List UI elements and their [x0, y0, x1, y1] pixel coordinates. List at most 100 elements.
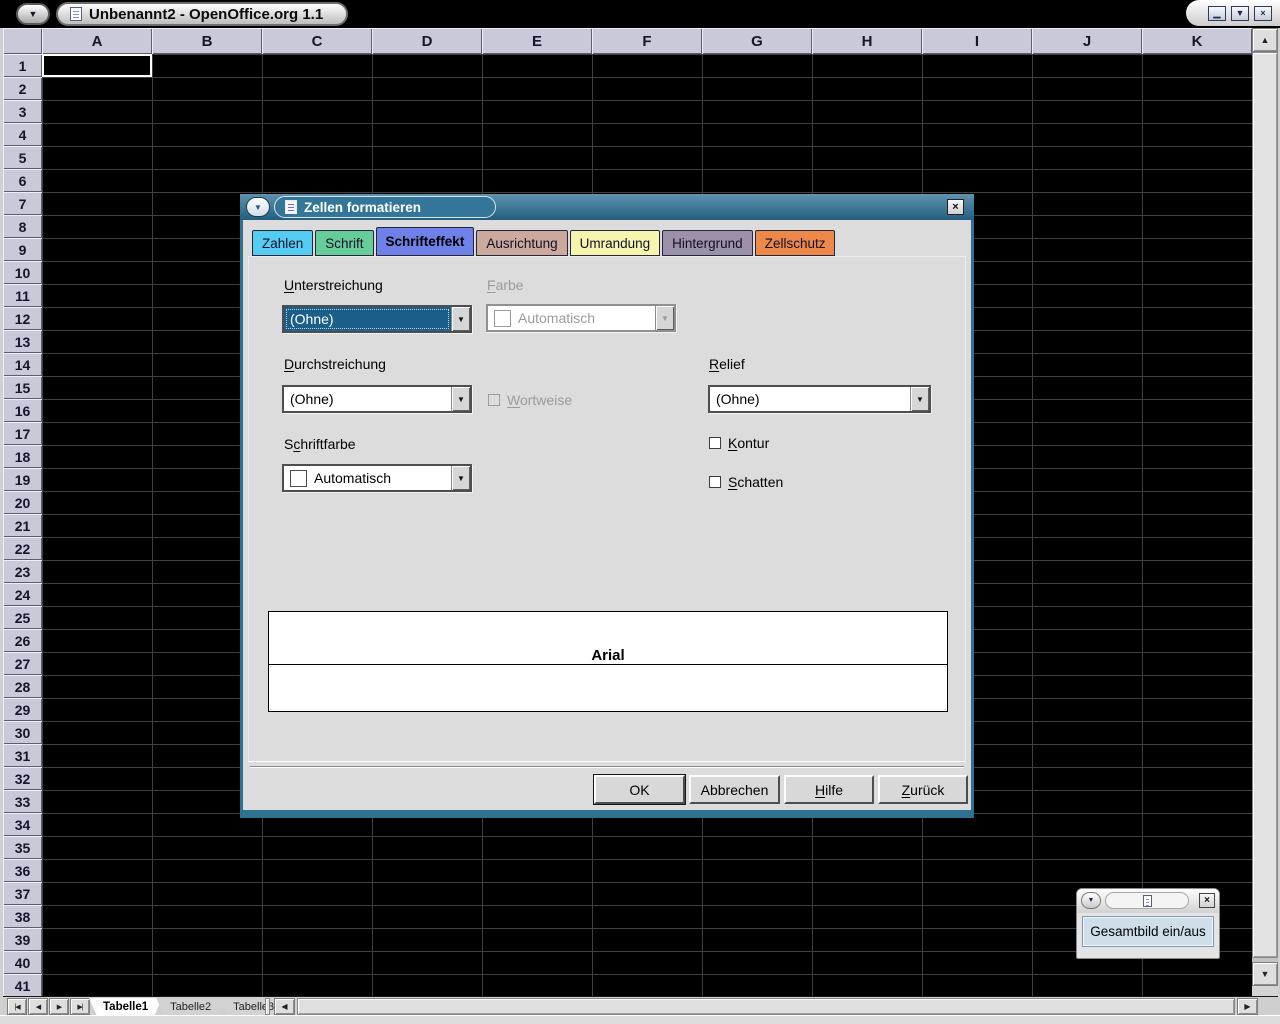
dropdown-arrow-button[interactable]: ▼: [451, 466, 470, 490]
row-header-27[interactable]: 27: [3, 652, 42, 675]
column-header-k[interactable]: K: [1142, 28, 1252, 54]
row-header-39[interactable]: 39: [3, 928, 42, 951]
row-header-3[interactable]: 3: [3, 100, 42, 123]
gesamtbild-toggle-button[interactable]: Gesamtbild ein/aus: [1082, 916, 1214, 947]
float-window-title-pill[interactable]: [1105, 892, 1189, 909]
scroll-up-button[interactable]: ▲: [1252, 28, 1278, 52]
row-header-20[interactable]: 20: [3, 491, 42, 514]
row-header-9[interactable]: 9: [3, 238, 42, 261]
row-header-40[interactable]: 40: [3, 951, 42, 974]
row-header-6[interactable]: 6: [3, 169, 42, 192]
row-header-7[interactable]: 7: [3, 192, 42, 215]
column-header-h[interactable]: H: [812, 28, 922, 54]
durchstreichung-dropdown[interactable]: (Ohne) ▼: [282, 385, 472, 413]
minimize-button[interactable]: ▁: [1208, 6, 1226, 21]
row-header-4[interactable]: 4: [3, 123, 42, 146]
vertical-scrollbar-thumb[interactable]: [1252, 52, 1278, 958]
help-button[interactable]: Hilfe: [784, 775, 874, 804]
relief-dropdown[interactable]: (Ohne) ▼: [708, 385, 931, 413]
row-header-10[interactable]: 10: [3, 261, 42, 284]
close-button[interactable]: ×: [1254, 6, 1272, 21]
row-header-12[interactable]: 12: [3, 307, 42, 330]
row-header-22[interactable]: 22: [3, 537, 42, 560]
row-header-26[interactable]: 26: [3, 629, 42, 652]
schriftfarbe-value[interactable]: Automatisch: [284, 466, 451, 490]
row-header-32[interactable]: 32: [3, 767, 42, 790]
scroll-down-button[interactable]: ▼: [1252, 962, 1278, 986]
row-header-21[interactable]: 21: [3, 514, 42, 537]
dropdown-arrow-button[interactable]: ▼: [451, 387, 470, 411]
row-header-28[interactable]: 28: [3, 675, 42, 698]
row-header-35[interactable]: 35: [3, 836, 42, 859]
tab-scrollbar-splitter[interactable]: [265, 998, 270, 1015]
row-header-2[interactable]: 2: [3, 77, 42, 100]
tab-hintergrund[interactable]: Hintergrund: [662, 230, 753, 256]
column-header-b[interactable]: B: [152, 28, 262, 54]
row-header-34[interactable]: 34: [3, 813, 42, 836]
row-header-16[interactable]: 16: [3, 399, 42, 422]
row-header-30[interactable]: 30: [3, 721, 42, 744]
back-button[interactable]: Zurück: [878, 775, 968, 804]
row-header-19[interactable]: 19: [3, 468, 42, 491]
tab-schrifteffekt[interactable]: Schrifteffekt: [376, 227, 475, 256]
maximize-button[interactable]: ▼: [1231, 6, 1249, 21]
checkbox-box[interactable]: [709, 437, 721, 449]
row-header-5[interactable]: 5: [3, 146, 42, 169]
row-header-11[interactable]: 11: [3, 284, 42, 307]
ok-button[interactable]: OK: [594, 775, 685, 804]
durchstreichung-value[interactable]: (Ohne): [284, 387, 451, 411]
row-header-24[interactable]: 24: [3, 583, 42, 606]
schriftfarbe-dropdown[interactable]: Automatisch ▼: [282, 464, 472, 492]
horizontal-scrollbar-thumb[interactable]: [297, 998, 1235, 1015]
cancel-button[interactable]: Abbrechen: [689, 775, 780, 804]
unterstreichung-dropdown[interactable]: (Ohne) ▼: [282, 305, 472, 333]
row-header-23[interactable]: 23: [3, 560, 42, 583]
sheet-tab-tabelle2[interactable]: Tabelle2: [156, 998, 225, 1016]
sheet-tab-tabelle1[interactable]: Tabelle1: [89, 998, 162, 1016]
row-header-13[interactable]: 13: [3, 330, 42, 353]
row-header-17[interactable]: 17: [3, 422, 42, 445]
row-header-14[interactable]: 14: [3, 353, 42, 376]
window-titlebar[interactable]: ▼ Unbenannt2 - OpenOffice.org 1.1 ▁ ▼ ×: [0, 0, 1280, 28]
scroll-right-button[interactable]: ▶: [1237, 998, 1258, 1015]
first-sheet-button[interactable]: |◀: [7, 998, 27, 1015]
row-header-36[interactable]: 36: [3, 859, 42, 882]
select-all-corner[interactable]: [3, 28, 42, 54]
dialog-titlebar[interactable]: ▼ Zellen formatieren ×: [240, 194, 974, 220]
tab-schrift[interactable]: Schrift: [315, 230, 373, 256]
previous-sheet-button[interactable]: ◀: [28, 998, 48, 1015]
float-window-menu-button[interactable]: ▼: [1081, 892, 1101, 909]
row-header-8[interactable]: 8: [3, 215, 42, 238]
dropdown-arrow-button[interactable]: ▼: [451, 307, 470, 331]
next-sheet-button[interactable]: ▶: [49, 998, 69, 1015]
row-header-25[interactable]: 25: [3, 606, 42, 629]
row-header-29[interactable]: 29: [3, 698, 42, 721]
window-menu-button[interactable]: ▼: [16, 3, 50, 25]
float-window-titlebar[interactable]: ▼ ×: [1077, 889, 1219, 913]
unterstreichung-value[interactable]: (Ohne): [284, 307, 451, 331]
last-sheet-button[interactable]: ▶|: [70, 998, 90, 1015]
column-header-a[interactable]: A: [42, 28, 152, 54]
tab-ausrichtung[interactable]: Ausrichtung: [476, 230, 567, 256]
dialog-title-pill[interactable]: Zellen formatieren: [274, 196, 496, 218]
row-header-37[interactable]: 37: [3, 882, 42, 905]
tab-zellschutz[interactable]: Zellschutz: [755, 230, 836, 256]
window-title-pill[interactable]: Unbenannt2 - OpenOffice.org 1.1: [56, 2, 348, 26]
column-header-d[interactable]: D: [372, 28, 482, 54]
float-window-close-button[interactable]: ×: [1199, 893, 1215, 908]
column-header-j[interactable]: J: [1032, 28, 1142, 54]
dropdown-arrow-button[interactable]: ▼: [910, 387, 929, 411]
column-header-g[interactable]: G: [702, 28, 812, 54]
dialog-menu-button[interactable]: ▼: [246, 197, 270, 217]
schatten-checkbox[interactable]: Schatten: [709, 474, 783, 490]
row-header-1[interactable]: 1: [3, 54, 42, 77]
row-header-41[interactable]: 41: [3, 974, 42, 997]
column-header-i[interactable]: I: [922, 28, 1032, 54]
row-header-18[interactable]: 18: [3, 445, 42, 468]
tab-zahlen[interactable]: Zahlen: [252, 230, 313, 256]
column-header-c[interactable]: C: [262, 28, 372, 54]
column-header-f[interactable]: F: [592, 28, 702, 54]
tab-umrandung[interactable]: Umrandung: [570, 230, 661, 256]
row-header-31[interactable]: 31: [3, 744, 42, 767]
kontur-checkbox[interactable]: Kontur: [709, 435, 769, 451]
